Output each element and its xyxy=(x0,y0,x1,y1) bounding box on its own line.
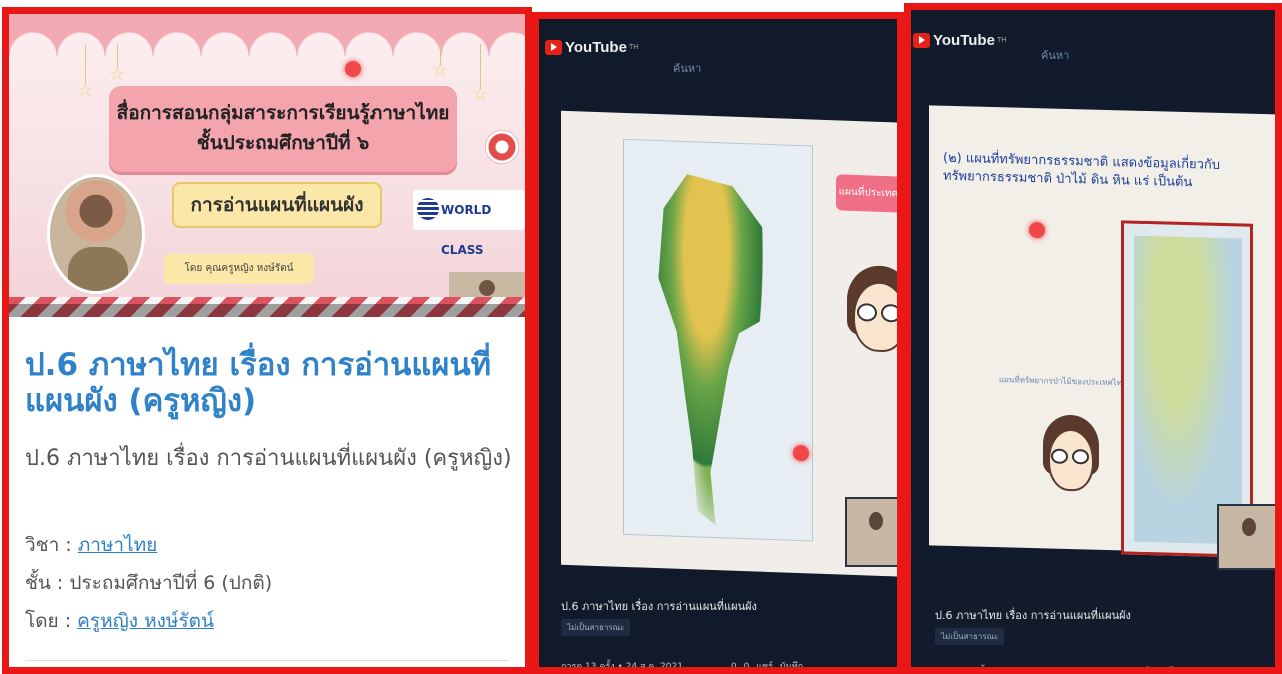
youtube-region: TH xyxy=(628,44,639,51)
youtube-play-icon xyxy=(913,33,930,48)
subject-link[interactable]: ภาษาไทย xyxy=(78,534,158,556)
glasses-icon xyxy=(1051,448,1068,464)
search-box[interactable]: ค้นหา xyxy=(673,59,701,77)
subject-row: วิชา : ภาษาไทย xyxy=(25,530,157,560)
visibility-chip: ไม่เป็นสาธารณะ xyxy=(561,619,631,636)
video-stats: การดู 13 ครั้ง • 24 ส.ค. 2021 xyxy=(561,662,683,672)
author-link[interactable]: ครูหญิง หงษ์รัตน์ xyxy=(77,610,214,632)
lesson-card-panel: ☆ ☆ ☆ ☆ สื่อการสอนกลุ่มสาระการเรียนรู้ภา… xyxy=(2,7,532,674)
video-player-slide[interactable]: (๒) แผนที่ทรัพยากรธรรมชาติ แสดงข้อมูลเกี… xyxy=(929,105,1275,558)
youtube-logo[interactable]: YouTube TH xyxy=(545,39,638,56)
teacher-photo xyxy=(47,174,145,294)
map-caption: แผนที่ทรัพยากรป่าไม้ของประเทศไทย xyxy=(999,375,1127,388)
lesson-badge: การอ่านแผนที่แผนผัง xyxy=(172,182,382,228)
slide-resource-map-text: (๒) แผนที่ทรัพยากรธรรมชาติ แสดงข้อมูลเกี… xyxy=(943,150,1221,191)
thumbnail-title-box: สื่อการสอนกลุ่มสาระการเรียนรู้ภาษาไทย ชั… xyxy=(109,86,457,172)
webcam-overlay xyxy=(1217,504,1275,570)
glasses-icon xyxy=(857,303,877,322)
thumbnail-title-line2: ชั้นประถมศึกษาปีที่ ๖ xyxy=(196,132,370,154)
star-icon: ☆ xyxy=(109,64,126,85)
author-row: โดย : ครูหญิง หงษ์รัตน์ xyxy=(25,606,214,636)
star-icon: ☆ xyxy=(432,60,449,81)
glasses-icon xyxy=(881,303,897,323)
grade-label: ชั้น : xyxy=(25,572,70,594)
search-box[interactable]: ค้นหา xyxy=(1041,46,1069,64)
video-control-bar[interactable] xyxy=(9,304,525,317)
recording-cursor-dot xyxy=(1029,221,1045,239)
lesson-title-link[interactable]: ป.6 ภาษาไทย เรื่อง การอ่านแผนที่แผนผัง (… xyxy=(25,347,525,419)
youtube-screen-photo-2: YouTube TH ค้นหา (๒) แผนที่ทรัพยากรธรรมช… xyxy=(904,3,1282,674)
lesson-subtitle: ป.6 ภาษาไทย เรื่อง การอ่านแผนที่แผนผัง (… xyxy=(25,446,512,471)
school-crest-icon xyxy=(485,130,519,164)
star-icon: ☆ xyxy=(472,84,489,105)
youtube-logo-text: YouTube xyxy=(933,32,995,49)
youtube-logo[interactable]: YouTube TH xyxy=(913,32,1006,49)
youtube-play-icon xyxy=(545,40,562,55)
author-label: โดย : xyxy=(25,610,78,632)
resource-map-image xyxy=(1134,235,1242,545)
thumbnail-scallop-decoration xyxy=(9,14,525,56)
youtube-logo-text: YouTube xyxy=(565,39,627,56)
recording-cursor-dot xyxy=(793,444,809,462)
video-actions[interactable]: 0 0 แชร์ บันทึก ... xyxy=(731,659,818,667)
video-title: ป.6 ภาษาไทย เรื่อง การอ่านแผนที่แผนผัง xyxy=(561,600,757,613)
star-icon: ☆ xyxy=(77,80,94,101)
visibility-chip: ไม่เป็นสาธารณะ xyxy=(935,628,1005,645)
video-title: ป.6 ภาษาไทย เรื่อง การอ่านแผนที่แผนผัง xyxy=(935,609,1131,622)
divider xyxy=(25,660,509,661)
world-class-school-logo: WORLD CLASS xyxy=(413,190,525,257)
hanging-string xyxy=(85,44,86,84)
subject-label: วิชา : xyxy=(25,534,78,556)
glasses-icon xyxy=(1072,449,1089,465)
hanging-string xyxy=(480,44,481,89)
video-stats: การดู 13 ครั้ง • 24 ส.ค. 2021 xyxy=(935,664,1057,667)
youtube-screen-photo-1: YouTube TH ค้นหา แผนที่ประเทศไทย ป.6 ภาษ… xyxy=(532,12,904,674)
thumbnail-by-line: โดย คุณครูหญิง หงษ์รัตน์ xyxy=(164,254,314,284)
grade-value: ประถมศึกษาปีที่ 6 (ปกติ) xyxy=(69,572,273,594)
thailand-map-sheet xyxy=(623,138,813,542)
youtube-region: TH xyxy=(996,37,1007,44)
webcam-overlay xyxy=(845,497,897,567)
video-thumbnail[interactable]: ☆ ☆ ☆ ☆ สื่อการสอนกลุ่มสาระการเรียนรู้ภา… xyxy=(9,14,525,317)
thumbnail-title-line1: สื่อการสอนกลุ่มสาระการเรียนรู้ภาษาไทย xyxy=(116,102,450,124)
slide-map-button: แผนที่ประเทศไทย xyxy=(836,174,897,214)
thailand-map-image xyxy=(648,173,778,528)
grade-row: ชั้น : ประถมศึกษาปีที่ 6 (ปกติ) xyxy=(25,568,272,598)
recording-cursor-dot xyxy=(345,61,361,77)
video-actions[interactable]: 0 0 แชร์ บันทึก ... xyxy=(1107,664,1194,667)
